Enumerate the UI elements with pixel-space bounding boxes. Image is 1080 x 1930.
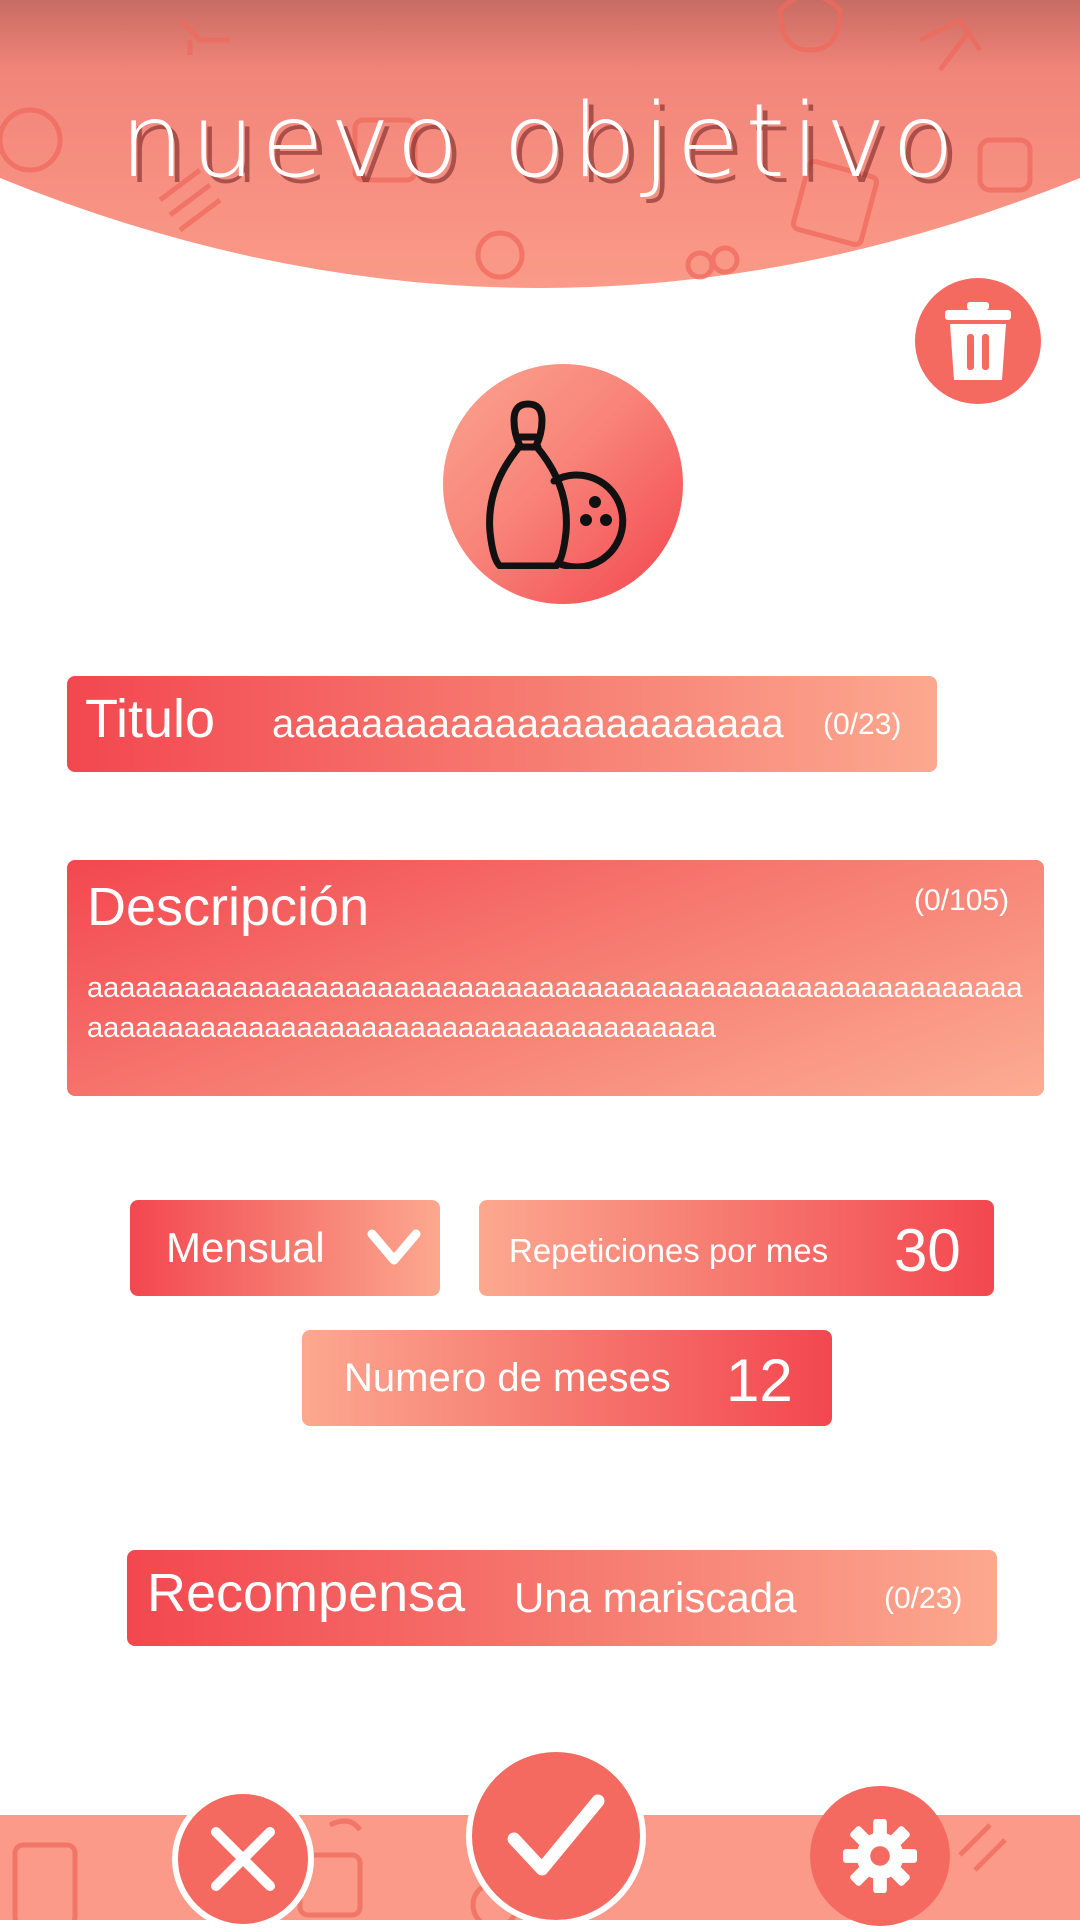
frequency-select[interactable]: Mensual	[130, 1200, 440, 1296]
cancel-button[interactable]	[172, 1788, 314, 1930]
description-input[interactable]: aaaaaaaaaaaaaaaaaaaaaaaaaaaaaaaaaaaaaaaa…	[87, 968, 1027, 1048]
chevron-down-icon	[367, 1229, 421, 1265]
months-field[interactable]: Numero de meses 12	[302, 1330, 832, 1426]
trash-icon	[945, 302, 1011, 380]
title-label: Titulo	[85, 689, 216, 749]
header: nuevo objetivo	[0, 0, 1080, 300]
frequency-value: Mensual	[166, 1224, 325, 1271]
reward-label: Recompensa	[147, 1563, 466, 1623]
reward-field[interactable]: Recompensa Una mariscada (0/23)	[127, 1550, 997, 1646]
title-input[interactable]: aaaaaaaaaaaaaaaaaaaaaaa	[272, 702, 784, 747]
repetitions-input[interactable]: 30	[894, 1216, 961, 1285]
confirm-button[interactable]	[466, 1746, 646, 1926]
title-field[interactable]: Titulo aaaaaaaaaaaaaaaaaaaaaaa (0/23)	[67, 676, 937, 772]
category-icon-button[interactable]	[443, 364, 683, 604]
repetitions-field[interactable]: Repeticiones por mes 30	[479, 1200, 994, 1296]
close-icon	[211, 1827, 275, 1891]
description-counter: (0/105)	[914, 884, 1010, 917]
reward-counter: (0/23)	[884, 1582, 963, 1615]
bowling-icon	[486, 400, 627, 569]
gear-icon	[842, 1818, 918, 1894]
check-icon	[507, 1794, 605, 1876]
months-input[interactable]: 12	[726, 1346, 793, 1415]
repetitions-label: Repeticiones por mes	[509, 1232, 829, 1269]
description-label: Descripción	[87, 877, 370, 937]
months-label: Numero de meses	[344, 1356, 671, 1400]
delete-button[interactable]	[915, 278, 1041, 404]
page-title: nuevo objetivo	[119, 82, 961, 201]
title-counter: (0/23)	[823, 708, 902, 741]
reward-input[interactable]: Una mariscada	[514, 1574, 796, 1622]
settings-button[interactable]	[810, 1786, 950, 1926]
description-field[interactable]: Descripción (0/105) aaaaaaaaaaaaaaaaaaaa…	[67, 860, 1044, 1096]
